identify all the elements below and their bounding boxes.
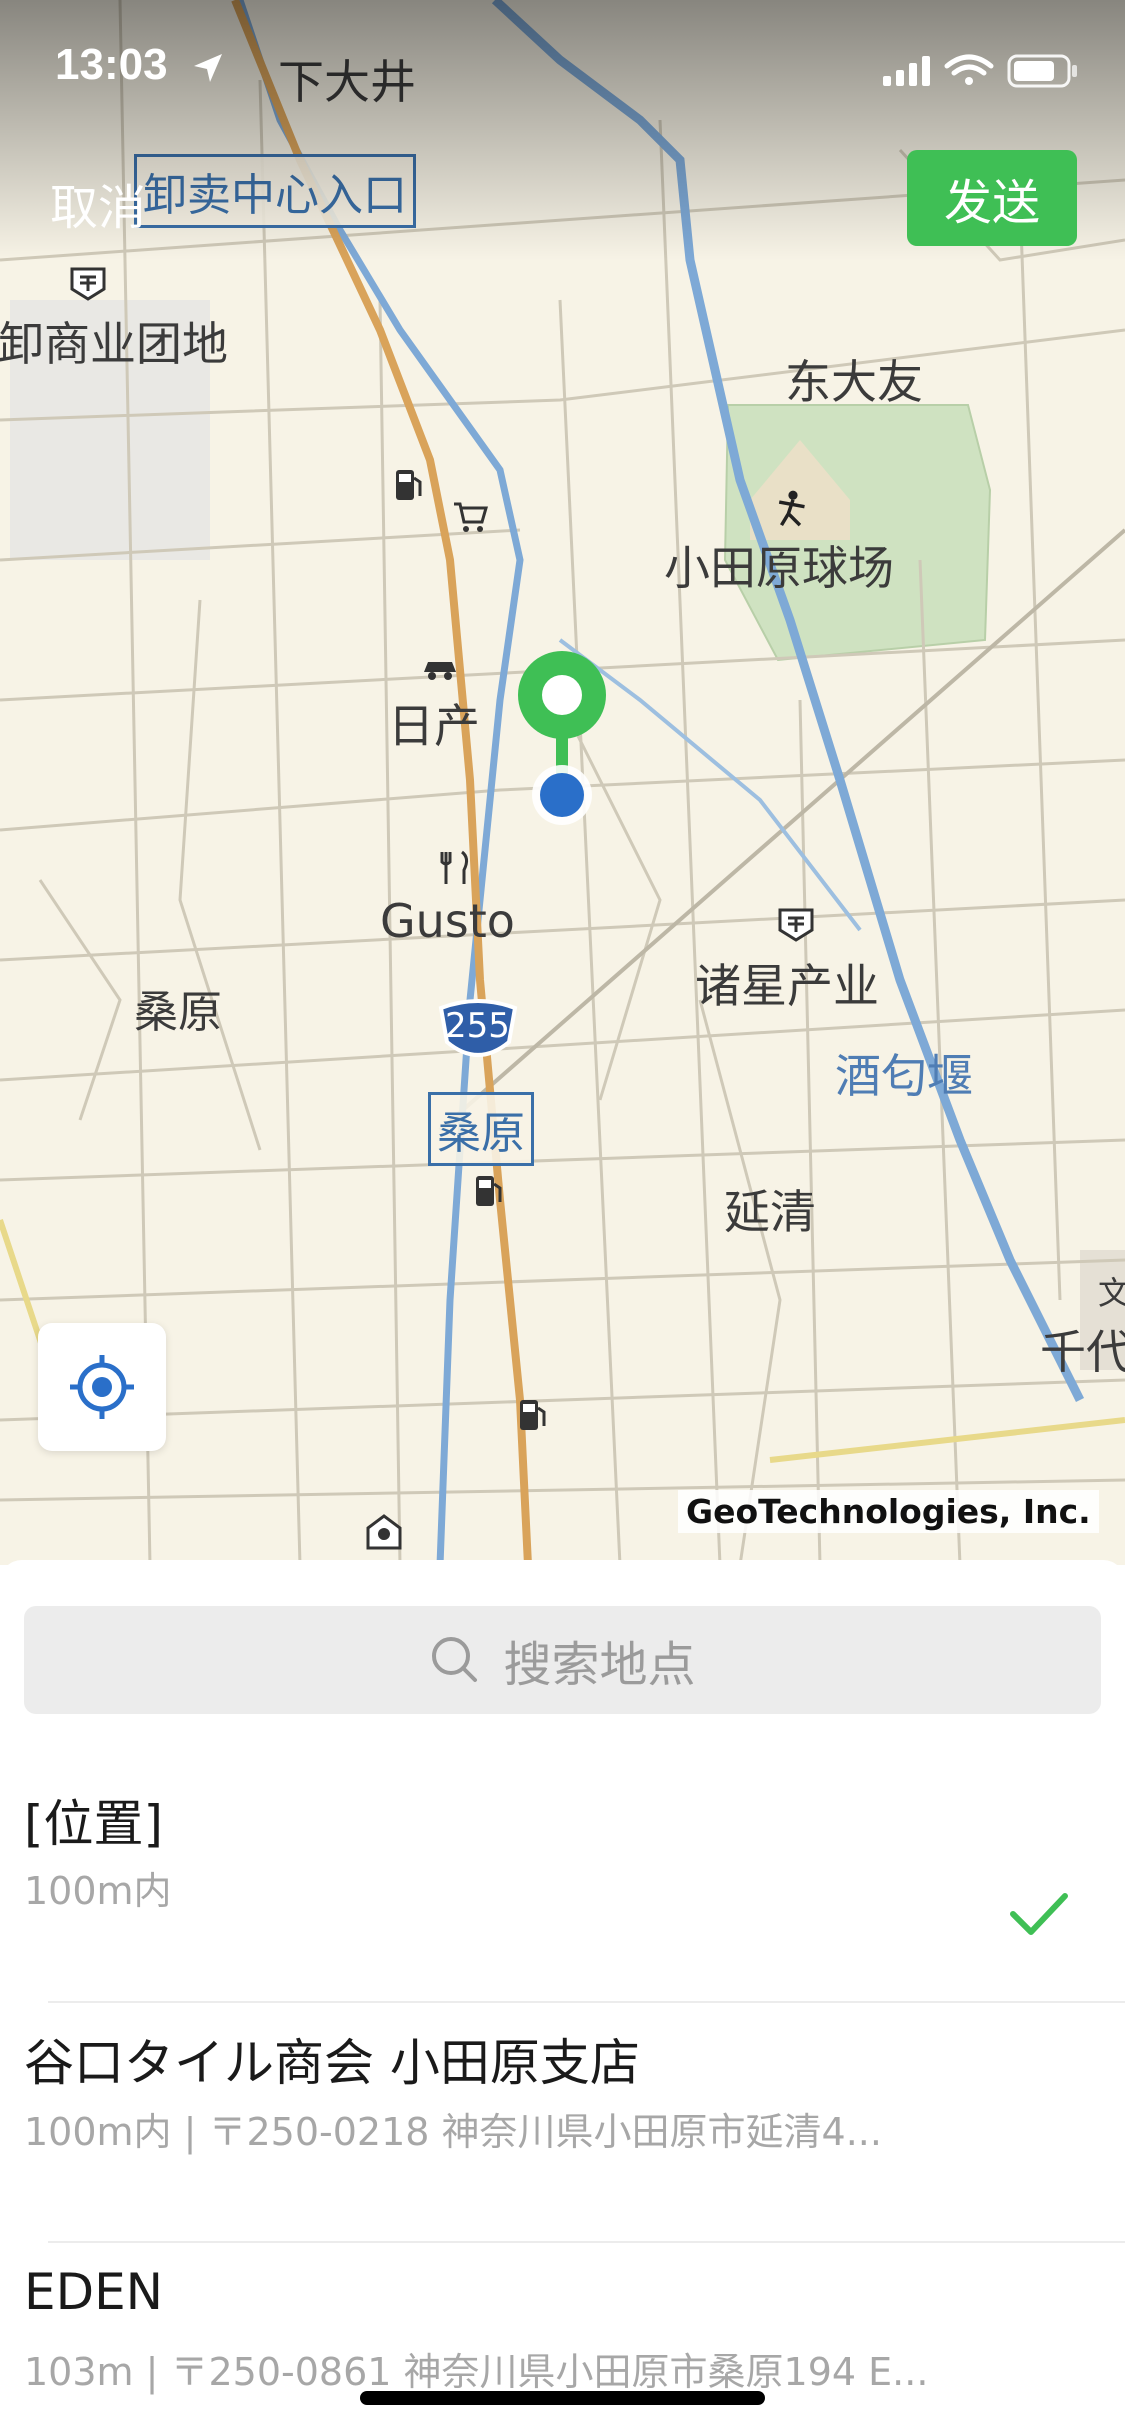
map-label-kuwahara: 桑原 bbox=[134, 987, 222, 1038]
restaurant-icon bbox=[440, 850, 469, 884]
map-label-enkiyo: 延清 bbox=[724, 1185, 816, 1239]
cancel-button[interactable]: 取消 bbox=[50, 168, 146, 238]
gas-station-icon bbox=[520, 1400, 546, 1430]
list-item-subtitle: 100m内 bbox=[24, 1869, 172, 1913]
list-item-subtitle: 100m内 | 〒250-0218 神奈川県小田原市延清4... bbox=[24, 2110, 882, 2154]
search-input[interactable]: 搜索地点 bbox=[24, 1606, 1101, 1714]
map-copyright: GeoTechnologies, Inc. bbox=[678, 1490, 1099, 1533]
signal-icon bbox=[883, 56, 930, 86]
crosshair-icon bbox=[70, 1355, 134, 1419]
shopping-cart-icon bbox=[454, 502, 488, 532]
map-label-shoseisangyo: 诸星产业 bbox=[695, 959, 879, 1013]
list-item-title: 谷口タイル商会 小田原支店 bbox=[24, 2034, 640, 2092]
map-label-nissan: 日产 bbox=[388, 699, 480, 753]
map-label-commercial-estate: 卸商业团地 bbox=[0, 317, 228, 371]
location-list-sheet: 搜索地点 [位置] 100m内 谷口タイル商会 小田原支店 100m内 | 〒2… bbox=[0, 1560, 1125, 2436]
police-icon bbox=[366, 1514, 402, 1550]
battery-icon bbox=[1007, 54, 1077, 88]
map-label-gusto: Gusto bbox=[380, 894, 515, 948]
my-location-button[interactable] bbox=[38, 1323, 166, 1451]
map-label-shimo-oi: 下大井 bbox=[278, 55, 416, 109]
map-label-stadium: 小田原球场 bbox=[664, 541, 894, 595]
search-placeholder: 搜索地点 bbox=[503, 1637, 696, 1693]
send-button[interactable]: 发送 bbox=[907, 150, 1077, 246]
location-pin-icon[interactable] bbox=[510, 645, 614, 835]
location-picker-screen: 255 下大井 卸卖中心入口 卸商业团地 东大友 小田原球场 日产 Gusto … bbox=[0, 0, 1125, 2436]
post-office-icon bbox=[70, 267, 106, 301]
map-label-kuwahara-station: 桑原 bbox=[428, 1092, 534, 1166]
status-indicators-icon bbox=[883, 54, 1077, 88]
list-item[interactable]: [位置] 100m内 bbox=[0, 1760, 1125, 2000]
route-number: 255 bbox=[445, 1006, 510, 1046]
list-item-title: EDEN bbox=[24, 2263, 164, 2321]
map-label-wholesale-entrance: 卸卖中心入口 bbox=[134, 154, 416, 228]
list-item-subtitle: 103m | 〒250-0861 神奈川県小田原市桑原194 E... bbox=[24, 2350, 929, 2394]
home-indicator[interactable] bbox=[360, 2391, 765, 2405]
list-item[interactable]: EDEN 103m | 〒250-0861 神奈川県小田原市桑原194 E... bbox=[0, 2243, 1125, 2436]
location-arrow-icon bbox=[194, 54, 222, 82]
post-office-icon bbox=[778, 908, 814, 942]
school-icon: 文 bbox=[1098, 1274, 1125, 1312]
list-item[interactable]: 谷口タイル商会 小田原支店 100m内 | 〒250-0218 神奈川県小田原市… bbox=[0, 2003, 1125, 2243]
wifi-icon bbox=[944, 54, 994, 76]
gas-station-icon bbox=[396, 470, 422, 500]
map-label-higashi-otomo: 东大友 bbox=[785, 355, 923, 409]
list-item-title: [位置] bbox=[24, 1795, 164, 1853]
gas-station-icon bbox=[476, 1176, 502, 1206]
map-label-chiyo: 千代 bbox=[1040, 1325, 1125, 1379]
search-icon bbox=[432, 1637, 478, 1682]
status-time: 13:03 bbox=[55, 40, 168, 89]
baseball-icon bbox=[778, 490, 805, 527]
checkmark-icon bbox=[1010, 1893, 1068, 1935]
status-icons bbox=[883, 50, 1083, 94]
map-label-sakawa-weir: 酒匂堰 bbox=[835, 1049, 973, 1103]
car-dealer-icon bbox=[424, 662, 456, 680]
